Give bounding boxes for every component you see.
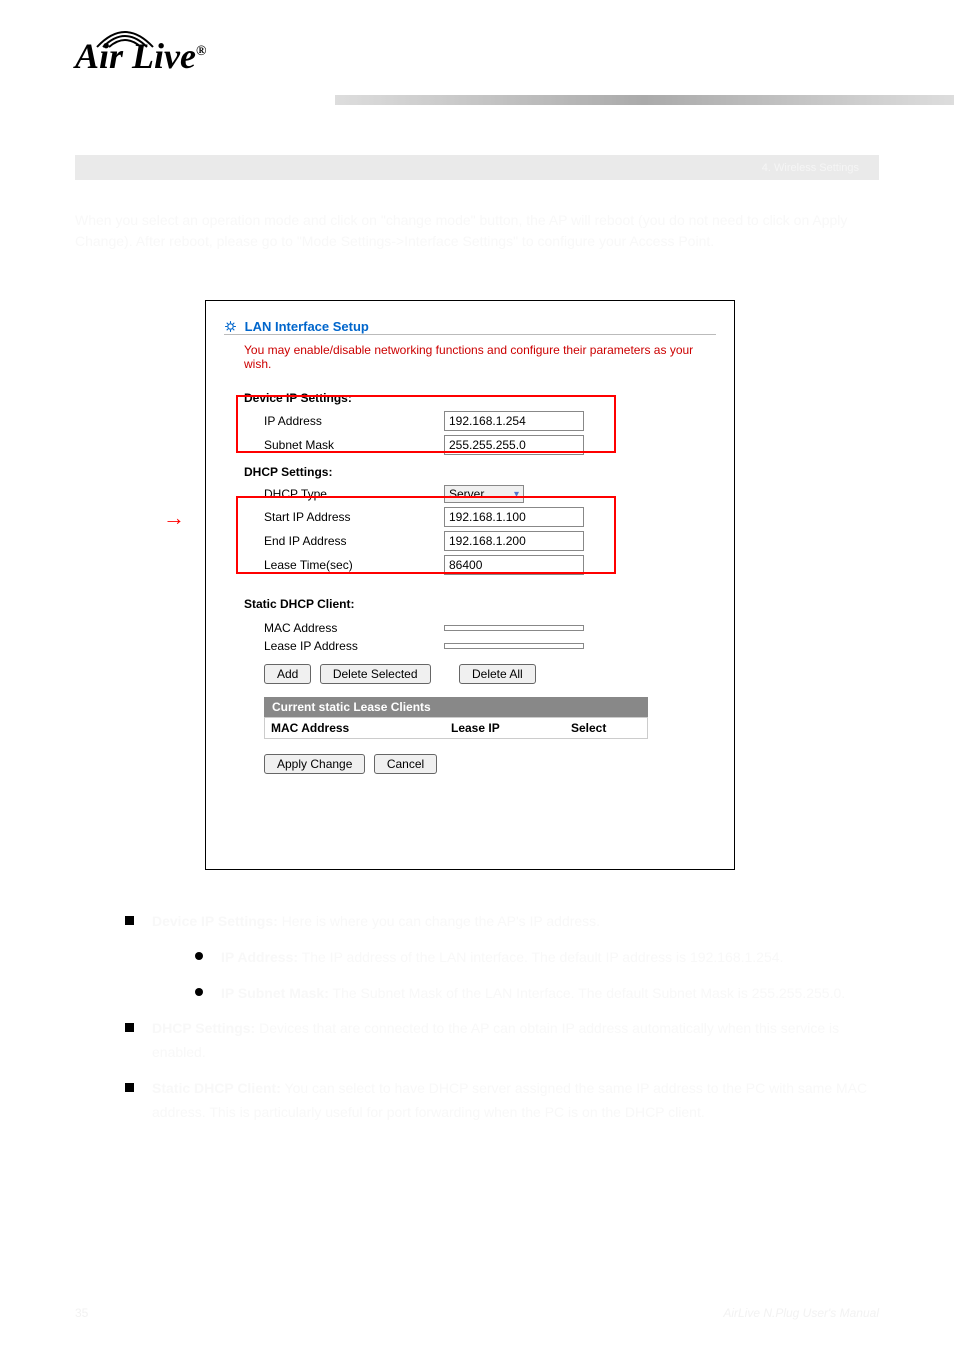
lease-ip-input[interactable]	[444, 643, 584, 649]
col-leaseip: Lease IP	[445, 718, 565, 738]
lease-time-label: Lease Time(sec)	[264, 558, 444, 572]
wifi-arc-icon	[95, 25, 155, 50]
apply-change-button[interactable]: Apply Change	[264, 754, 365, 774]
static-dhcp-group-label: Static DHCP Client:	[244, 597, 716, 611]
end-ip-input[interactable]: 192.168.1.200	[444, 531, 584, 551]
panel-subtitle: You may enable/disable networking functi…	[244, 343, 716, 371]
lease-time-input[interactable]: 86400	[444, 555, 584, 575]
square-bullet-icon	[125, 1083, 134, 1092]
end-ip-label: End IP Address	[264, 534, 444, 548]
dhcp-type-label: DHCP Type	[264, 487, 444, 501]
col-mac: MAC Address	[265, 718, 445, 738]
static-lease-table-title: Current static Lease Clients	[264, 697, 648, 717]
ip-address-input[interactable]: 192.168.1.254	[444, 411, 584, 431]
panel-title: LAN Interface Setup	[224, 319, 716, 335]
add-button[interactable]: Add	[264, 664, 311, 684]
dhcp-settings-group-label: DHCP Settings:	[244, 465, 716, 479]
chapter-bar: 4. Wireless Settings	[75, 155, 879, 180]
static-lease-table-header: MAC Address Lease IP Select	[264, 717, 648, 739]
page-number: 35	[75, 1306, 88, 1320]
chapter-title: 4. Wireless Settings	[762, 162, 859, 174]
delete-selected-button[interactable]: Delete Selected	[320, 664, 431, 684]
circle-bullet-icon	[195, 952, 203, 960]
ip-address-label: IP Address	[264, 414, 444, 428]
ip-subnet-desc: IP Subnet Mask: The Subnet Mask of the L…	[221, 982, 879, 1006]
subnet-mask-label: Subnet Mask	[264, 438, 444, 452]
square-bullet-icon	[125, 1023, 134, 1032]
cancel-button[interactable]: Cancel	[374, 754, 437, 774]
device-ip-desc: Device IP Settings: Here is where you ca…	[152, 910, 879, 934]
gear-icon	[224, 320, 237, 333]
arrow-right-icon: →	[163, 505, 185, 531]
description-block: Device IP Settings: Here is where you ca…	[75, 910, 879, 1137]
start-ip-input[interactable]: 192.168.1.100	[444, 507, 584, 527]
header-divider	[335, 95, 954, 105]
mac-address-label: MAC Address	[264, 621, 444, 635]
mac-address-input[interactable]	[444, 625, 584, 631]
start-ip-label: Start IP Address	[264, 510, 444, 524]
col-select: Select	[565, 718, 645, 738]
dhcp-settings-desc: DHCP Settings: Devices that are connecte…	[152, 1017, 879, 1065]
static-dhcp-desc: Static DHCP Client: You can select to ha…	[152, 1077, 879, 1125]
manual-title-footer: AirLive N.Plug User's Manual	[723, 1306, 879, 1320]
intro-paragraph: When you select an operation mode and cl…	[75, 210, 879, 252]
lan-setup-panel: LAN Interface Setup You may enable/disab…	[205, 300, 735, 870]
device-ip-group-label: Device IP Settings:	[244, 391, 716, 405]
chevron-down-icon: ▾	[514, 489, 519, 500]
logo: Air Live®	[75, 35, 206, 77]
square-bullet-icon	[125, 916, 134, 925]
subnet-mask-input[interactable]: 255.255.255.0	[444, 435, 584, 455]
lease-ip-label: Lease IP Address	[264, 639, 444, 653]
circle-bullet-icon	[195, 988, 203, 996]
ip-address-desc: IP Address: The IP address of the LAN in…	[221, 946, 879, 970]
delete-all-button[interactable]: Delete All	[459, 664, 536, 684]
registered-icon: ®	[196, 44, 206, 59]
dhcp-type-select[interactable]: Server ▾	[444, 485, 524, 503]
